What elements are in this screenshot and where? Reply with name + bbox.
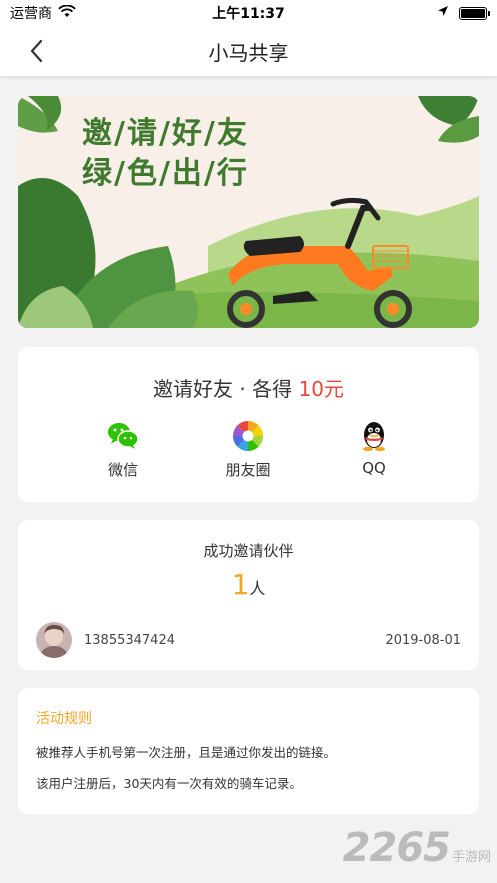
invite-title-text: 邀请好友 · 各得 (153, 377, 299, 401)
invite-card: 邀请好友 · 各得 10元 微信 朋友圈 QQ (18, 347, 479, 502)
nav-bar: 小马共享 (0, 26, 497, 76)
partner-date: 2019-08-01 (385, 632, 461, 648)
banner-headline-1: 邀/请/好/友 (82, 116, 249, 151)
location-arrow-icon (437, 5, 449, 21)
wechat-icon (106, 419, 140, 453)
invite-reward-amount: 10元 (298, 377, 344, 401)
rules-item: 该用户注册后，30天内有一次有效的骑车记录。 (36, 776, 302, 791)
avatar (36, 622, 72, 658)
moments-icon (231, 419, 265, 453)
share-moments-label: 朋友圈 (225, 461, 271, 479)
success-count-number: 1 (231, 568, 250, 601)
share-wechat-button[interactable]: 微信 (78, 419, 168, 480)
qq-icon (357, 419, 391, 453)
rules-item: 被推荐人手机号第一次注册，且是通过你发出的链接。 (36, 745, 337, 760)
wifi-icon (58, 4, 76, 22)
share-qq-label: QQ (362, 459, 386, 477)
success-count: 1人 (18, 568, 479, 601)
invite-title: 邀请好友 · 各得 10元 (18, 373, 479, 402)
rules-title: 活动规则 (36, 711, 92, 727)
partner-phone: 13855347424 (84, 632, 175, 648)
carrier-label: 运营商 (10, 6, 52, 22)
status-bar: 运营商 上午11:37 (0, 0, 497, 26)
share-wechat-label: 微信 (107, 461, 138, 479)
banner-headline-2: 绿/色/出/行 (82, 156, 249, 191)
watermark-label: 手游网 (451, 850, 491, 865)
partner-row: 13855347424 2019-08-01 (36, 622, 461, 658)
chevron-left-icon (30, 39, 43, 63)
share-moments-button[interactable]: 朋友圈 (203, 419, 293, 480)
success-title: 成功邀请伙伴 (203, 542, 294, 560)
success-invites-card: 成功邀请伙伴 1人 13855347424 2019-08-01 (18, 520, 479, 670)
site-watermark: 2265 手游网 (343, 825, 491, 871)
battery-icon (459, 6, 490, 20)
page-title: 小马共享 (208, 40, 289, 65)
share-qq-button[interactable]: QQ (329, 419, 419, 477)
back-button[interactable] (22, 36, 52, 66)
watermark-number: 2265 (342, 825, 451, 871)
activity-rules-card: 活动规则 被推荐人手机号第一次注册，且是通过你发出的链接。 该用户注册后，30天… (18, 688, 479, 814)
success-count-unit: 人 (249, 579, 266, 598)
promo-banner: 邀/请/好/友 绿/色/出/行 (18, 96, 479, 328)
